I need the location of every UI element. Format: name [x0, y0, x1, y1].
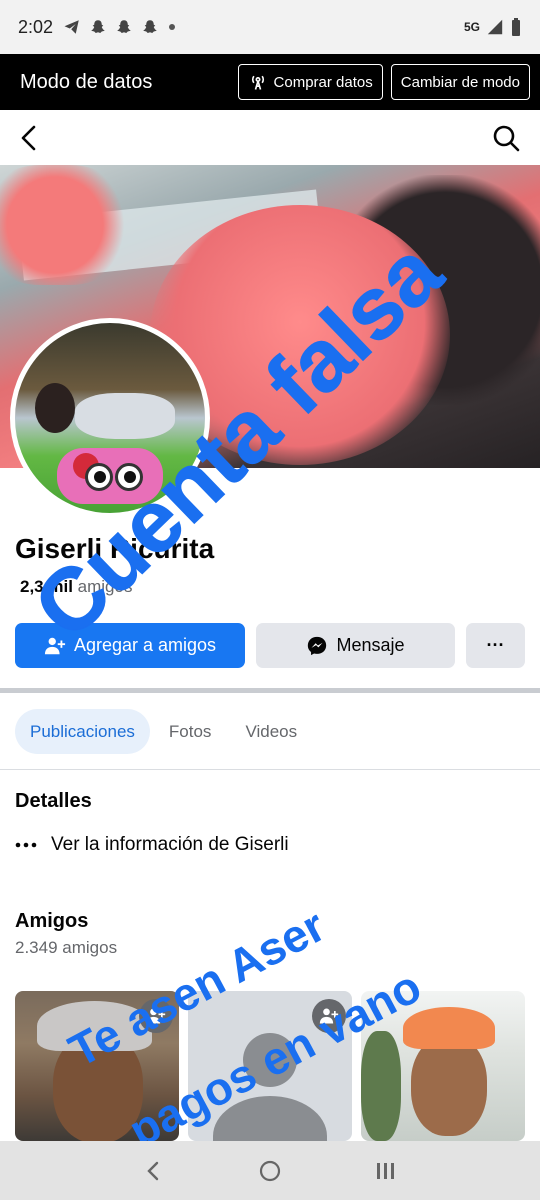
- tab-fotos[interactable]: Fotos: [154, 709, 227, 754]
- add-friend-badge[interactable]: [139, 999, 173, 1033]
- message-label: Mensaje: [336, 635, 405, 655]
- add-friend-badge[interactable]: [312, 999, 346, 1033]
- top-nav: [0, 110, 540, 165]
- profile-picture[interactable]: [10, 318, 210, 518]
- battery-icon: [512, 18, 520, 36]
- avatar-detail: [75, 393, 175, 439]
- data-mode-bar: Modo de datos Comprar datos Cambiar de m…: [0, 54, 540, 110]
- screen: 2:02 5G Modo de datos Comprar datos Camb…: [0, 0, 540, 1200]
- tab-label: Fotos: [168, 721, 212, 741]
- more-options-label: ···: [486, 635, 505, 655]
- placeholder-avatar: [243, 1033, 297, 1087]
- details-title: Detalles: [15, 790, 92, 812]
- details-info-link: Ver la información de Giserli: [51, 834, 289, 855]
- system-status: 5G: [464, 17, 522, 37]
- system-nav-bar: [0, 1141, 540, 1200]
- buy-data-button[interactable]: Comprar datos: [237, 64, 383, 100]
- add-friend-button[interactable]: Agregar a amigos: [15, 623, 245, 668]
- cover-detail: [0, 165, 130, 285]
- snapchat-icon: [143, 20, 157, 33]
- avatar-detail: [124, 471, 136, 483]
- section-divider: [0, 688, 540, 693]
- friends-count: 2,3 mil amigos: [20, 577, 132, 597]
- friends-title: Amigos: [15, 910, 89, 932]
- friend-photo-detail: [403, 1007, 495, 1049]
- data-mode-title: Modo de datos: [20, 70, 153, 93]
- friends-subtitle: 2.349 amigos: [15, 938, 118, 957]
- add-friend-icon: [146, 1008, 166, 1024]
- friend-photo-detail: [361, 1031, 401, 1141]
- friend-photo-detail: [37, 1001, 152, 1051]
- more-dots-icon: [15, 842, 37, 848]
- add-friend-icon: [319, 1008, 339, 1024]
- add-friend-label: Agregar a amigos: [73, 635, 217, 655]
- nav-back-button[interactable]: [133, 1151, 173, 1191]
- friend-card[interactable]: [361, 991, 525, 1141]
- details-info-row[interactable]: Ver la información de Giserli: [15, 834, 289, 856]
- tab-label: Videos: [245, 721, 298, 741]
- nav-recents-button[interactable]: [367, 1151, 407, 1191]
- home-circle-icon: [259, 1160, 281, 1181]
- add-friend-icon: [44, 637, 66, 654]
- friends-count-word: amigos: [77, 577, 133, 596]
- snapchat-icon: [117, 20, 131, 33]
- messenger-icon: [308, 636, 327, 655]
- signal-icon: [487, 19, 503, 35]
- status-bar: 2:02 5G: [0, 0, 540, 54]
- broadcast-icon: [251, 75, 264, 90]
- network-type: 5G: [463, 20, 480, 34]
- avatar-detail: [94, 471, 106, 483]
- search-icon[interactable]: [490, 122, 522, 154]
- notification-icons: [63, 18, 177, 36]
- friend-card[interactable]: [15, 991, 179, 1141]
- friends-count-value: 2,3 mil: [20, 577, 73, 596]
- switch-mode-label: Cambiar de modo: [400, 73, 520, 91]
- tab-videos[interactable]: Videos: [230, 709, 312, 754]
- chevron-left-icon: [147, 1161, 159, 1180]
- dot-icon: [169, 24, 176, 30]
- profile-name: Giserli Ricurita: [15, 533, 215, 564]
- friend-card[interactable]: [188, 991, 352, 1141]
- profile-tabs: Publicaciones Fotos Videos: [15, 709, 316, 754]
- back-arrow-icon[interactable]: [14, 122, 46, 154]
- placeholder-avatar: [213, 1096, 327, 1141]
- switch-mode-button[interactable]: Cambiar de modo: [390, 64, 530, 100]
- snapchat-icon: [91, 20, 105, 33]
- tab-label: Publicaciones: [30, 721, 135, 741]
- message-button[interactable]: Mensaje: [256, 623, 455, 668]
- profile-actions: Agregar a amigos Mensaje ···: [15, 623, 525, 668]
- status-time: 2:02: [18, 16, 54, 37]
- nav-home-button[interactable]: [250, 1151, 290, 1191]
- friend-photo-detail: [411, 1036, 487, 1136]
- tab-publicaciones[interactable]: Publicaciones: [15, 709, 150, 754]
- buy-data-label: Comprar datos: [273, 73, 373, 91]
- avatar-detail: [35, 383, 75, 433]
- tabs-divider: [0, 769, 540, 770]
- recents-icon: [376, 1162, 394, 1179]
- more-options-button[interactable]: ···: [466, 623, 525, 668]
- telegram-icon: [64, 20, 79, 34]
